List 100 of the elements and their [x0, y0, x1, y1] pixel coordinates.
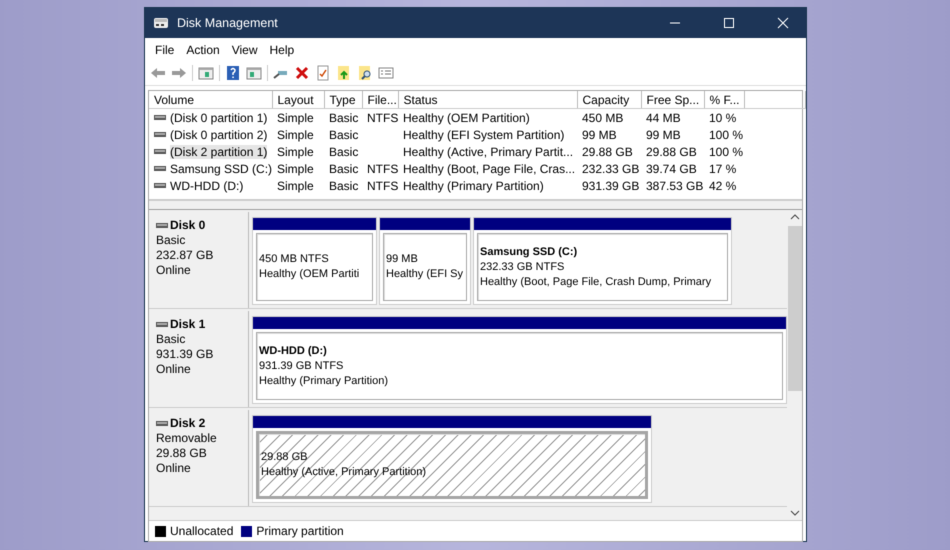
disk-size: 232.87 GB [156, 248, 214, 263]
column-header[interactable]: Layout [272, 91, 324, 108]
folder-up-icon[interactable] [336, 65, 352, 81]
delete-icon[interactable] [294, 65, 310, 81]
table-cell: 17 % [709, 162, 736, 176]
table-cell: 232.33 GB [582, 162, 640, 176]
disk-type: Basic [156, 332, 186, 347]
folder-search-icon[interactable] [357, 65, 373, 81]
partition-size: 99 MB [386, 252, 419, 267]
table-cell: 29.88 GB [646, 144, 697, 158]
column-header[interactable]: Volume [149, 91, 272, 108]
table-cell: 100 % [709, 144, 744, 158]
pane-icon[interactable] [246, 65, 262, 81]
drive-icon [156, 321, 168, 328]
table-cell: Simple [277, 178, 314, 192]
table-cell: 10 % [709, 110, 736, 124]
app-icon [153, 15, 169, 31]
drive-icon [156, 420, 168, 427]
table-cell: NTFS [367, 110, 398, 124]
forward-arrow-icon[interactable] [171, 65, 187, 81]
volume-name[interactable]: (Disk 2 partition 1) [170, 144, 268, 158]
column-header[interactable]: File... [362, 91, 398, 108]
disk-status: Online [156, 461, 192, 476]
menu-item[interactable]: File [149, 42, 180, 56]
column-header[interactable]: Capacity [577, 91, 641, 108]
partition-block[interactable]: 450 MB NTFS Healthy (OEM Partiti [252, 217, 377, 305]
drive-icon [154, 182, 166, 189]
disk-name: Disk 2 [170, 416, 206, 431]
partition-block[interactable]: WD-HDD (D:) 931.39 GB NTFS Healthy (Primary Partition) [252, 316, 787, 404]
help-icon[interactable] [225, 65, 241, 81]
table-cell: 931.39 GB [582, 178, 640, 192]
table-cell: Basic [329, 110, 358, 124]
pane-icon[interactable] [198, 65, 214, 81]
table-cell: 29.88 GB [582, 144, 633, 158]
table-cell: Basic [329, 144, 358, 158]
disk-name: Disk 1 [170, 317, 206, 332]
partition-size: 29.88 GB [261, 450, 308, 465]
volume-name[interactable]: WD-HDD (D:) [170, 178, 244, 192]
table-cell: Basic [329, 162, 358, 176]
column-header[interactable]: Status [398, 91, 577, 108]
partition-size: 450 MB NTFS [259, 252, 330, 267]
back-arrow-icon[interactable] [150, 65, 166, 81]
partition-block[interactable]: 29.88 GB Healthy (Active, Primary Partition) [252, 415, 652, 503]
close-icon[interactable] [777, 17, 789, 29]
checklist-icon[interactable] [315, 65, 331, 81]
table-cell: 450 MB [582, 110, 624, 124]
drive-icon [154, 114, 166, 121]
drive-icon [154, 165, 166, 172]
table-cell: Simple [277, 110, 314, 124]
disk-type: Basic [156, 233, 186, 248]
menu-item[interactable]: Help [264, 42, 300, 56]
drive-icon [154, 131, 166, 138]
partition-status: Healthy (Active, Primary Partition) [261, 465, 428, 480]
table-cell: 387.53 GB [646, 178, 704, 192]
partition-status: Healthy (Boot, Page File, Crash Dump, Primary [480, 274, 712, 290]
table-cell: Healthy (Boot, Page File, Cras... [403, 162, 576, 176]
drive-icon [156, 222, 168, 229]
partition-size: 931.39 GB NTFS [259, 358, 344, 374]
table-cell: Healthy (EFI System Partition) [403, 128, 564, 142]
table-cell: 44 MB [646, 110, 681, 124]
disk-type: Removable [156, 431, 218, 446]
disk-name: Disk 0 [170, 218, 206, 233]
table-cell: Healthy (Active, Primary Partit... [403, 144, 574, 158]
partition-block[interactable]: Samsung SSD (C:) 232.33 GB NTFS Healthy (Boot, Page File, Crash Dump, Primary [473, 217, 732, 305]
disk-size: 931.39 GB [156, 347, 214, 362]
table-cell: 99 MB [582, 128, 617, 142]
volume-name[interactable]: (Disk 0 partition 1) [170, 110, 268, 124]
table-cell: Simple [277, 144, 314, 158]
column-header[interactable]: % F... [704, 91, 744, 108]
table-cell: 99 MB [646, 128, 681, 142]
legend-label: Unallocated [170, 524, 234, 538]
table-cell: Healthy (OEM Partition) [403, 110, 530, 124]
list-icon[interactable] [378, 65, 394, 81]
menu-item[interactable]: Action [180, 42, 226, 56]
disk-size: 29.88 GB [156, 446, 208, 461]
table-cell: 42 % [709, 178, 736, 192]
table-cell: 100 % [709, 128, 744, 142]
disk-status: Online [156, 263, 192, 278]
partition-size: 232.33 GB NTFS [480, 260, 566, 274]
table-cell: Simple [277, 162, 314, 176]
table-cell: Basic [329, 178, 358, 192]
partition-status: Healthy (Primary Partition) [259, 374, 389, 388]
partition-block[interactable]: 99 MB Healthy (EFI Sy [379, 217, 471, 305]
volume-name[interactable]: Samsung SSD (C:) [170, 162, 272, 176]
table-cell: NTFS [367, 162, 398, 176]
maximize-icon[interactable] [723, 17, 735, 29]
table-cell: Basic [329, 128, 358, 142]
drive-icon [154, 148, 166, 155]
partition-label: WD-HDD (D:) [259, 344, 328, 358]
column-header[interactable]: Free Sp... [641, 91, 704, 108]
volume-name[interactable]: (Disk 0 partition 2) [170, 128, 268, 142]
partition-status: Healthy (EFI Sy [386, 267, 464, 282]
partition-status: Healthy (OEM Partiti [259, 267, 360, 282]
table-cell: NTFS [367, 178, 398, 192]
window-title: Disk Management [177, 16, 278, 30]
disk-status: Online [156, 362, 192, 377]
table-cell: 39.74 GB [646, 162, 697, 176]
column-header[interactable]: Type [324, 91, 362, 108]
menu-item[interactable]: View [226, 42, 264, 56]
partition-label: Samsung SSD (C:) [480, 244, 578, 260]
